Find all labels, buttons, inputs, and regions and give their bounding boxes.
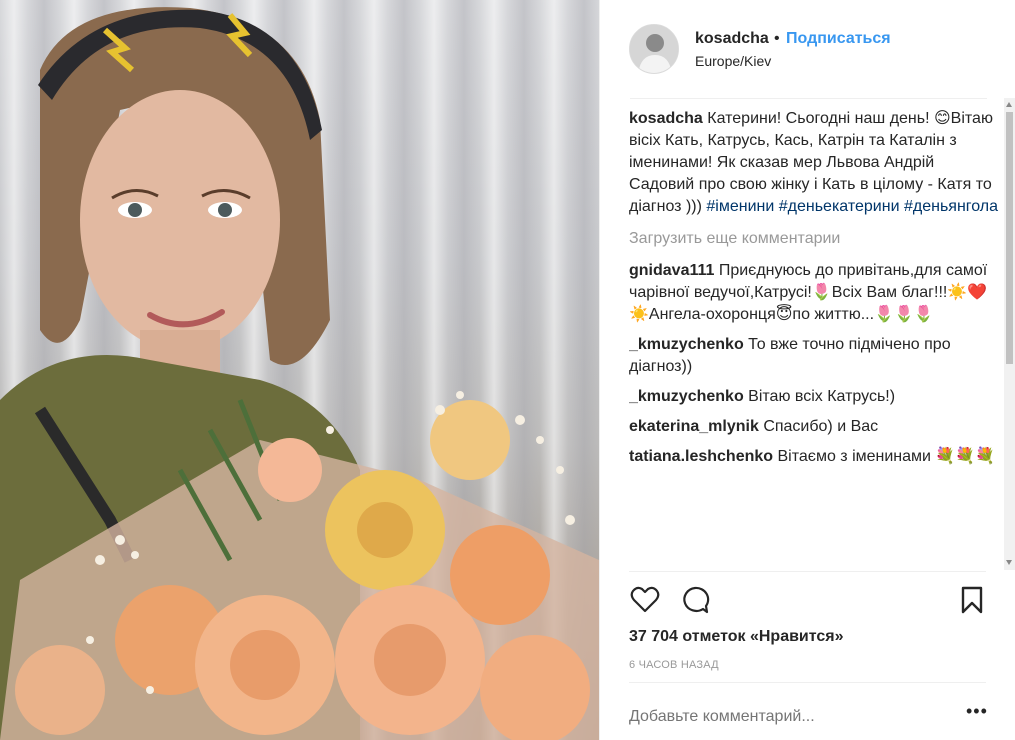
- post-header: kosadcha • Подписаться Europe/Kiev: [600, 0, 1015, 98]
- comments-scrollbar[interactable]: [1004, 98, 1015, 570]
- comment-username[interactable]: gnidava111: [629, 262, 714, 279]
- caption-username[interactable]: kosadcha: [629, 110, 703, 127]
- comment-text: Вітаємо з іменинами 💐💐💐: [777, 448, 996, 465]
- photo-illustration: [0, 7, 599, 740]
- divider: [629, 571, 986, 572]
- comment-item: _kmuzychenko То вже точно підмічено про …: [629, 334, 1001, 378]
- bookmark-icon[interactable]: [956, 584, 988, 616]
- author-username[interactable]: kosadcha: [695, 30, 769, 48]
- instagram-post: kosadcha • Подписаться Europe/Kiev kosad…: [0, 0, 1015, 740]
- scrollbar-thumb[interactable]: [1006, 112, 1013, 364]
- post-actions: [629, 584, 986, 616]
- post-timestamp[interactable]: 6 ЧАСОВ НАЗАД: [629, 659, 719, 671]
- comment-username[interactable]: ekaterina_mlynik: [629, 418, 759, 435]
- comment-text: Спасибо) и Вас: [763, 418, 879, 435]
- load-more-comments-button[interactable]: Загрузить еще комментарии: [629, 228, 1001, 250]
- post-location[interactable]: Europe/Kiev: [695, 53, 771, 69]
- more-options-icon[interactable]: •••: [966, 702, 988, 728]
- avatar[interactable]: [629, 24, 679, 74]
- follow-button[interactable]: Подписаться: [786, 30, 891, 48]
- comment-username[interactable]: _kmuzychenko: [629, 336, 744, 353]
- scroll-down-arrow-icon[interactable]: [1006, 560, 1012, 565]
- comment-item: tatiana.leshchenko Вітаємо з іменинами 💐…: [629, 446, 1001, 468]
- comment-item: ekaterina_mlynik Спасибо) и Вас: [629, 416, 1001, 438]
- likes-count[interactable]: 37 704 отметок «Нравится»: [629, 628, 844, 646]
- comment-bubble-icon[interactable]: [679, 584, 711, 616]
- hashtag-link[interactable]: #деньянгола: [904, 198, 998, 215]
- hashtag-link[interactable]: #іменини: [706, 198, 774, 215]
- caption: kosadcha Катерини! Сьогодні наш день! 😊В…: [629, 108, 1001, 218]
- comment-item: gnidava111 Приєднуюсь до привітань,для с…: [629, 260, 1001, 326]
- divider: [629, 682, 986, 683]
- comment-username[interactable]: tatiana.leshchenko: [629, 448, 773, 465]
- heart-icon[interactable]: [629, 584, 661, 616]
- comment-item: _kmuzychenko Вітаю всіх Катрусь!): [629, 386, 1001, 408]
- comments-list: kosadcha Катерини! Сьогодні наш день! 😊В…: [629, 108, 1001, 570]
- comment-text: Вітаю всіх Катрусь!): [748, 388, 896, 405]
- hashtag-link[interactable]: #деньекатерини: [779, 198, 900, 215]
- divider: [630, 98, 987, 99]
- post-photo[interactable]: [0, 0, 599, 740]
- add-comment-input[interactable]: [629, 708, 929, 726]
- scroll-up-arrow-icon[interactable]: [1006, 102, 1012, 107]
- separator-dot: •: [774, 30, 780, 47]
- comment-username[interactable]: _kmuzychenko: [629, 388, 744, 405]
- avatar-image: [630, 25, 678, 73]
